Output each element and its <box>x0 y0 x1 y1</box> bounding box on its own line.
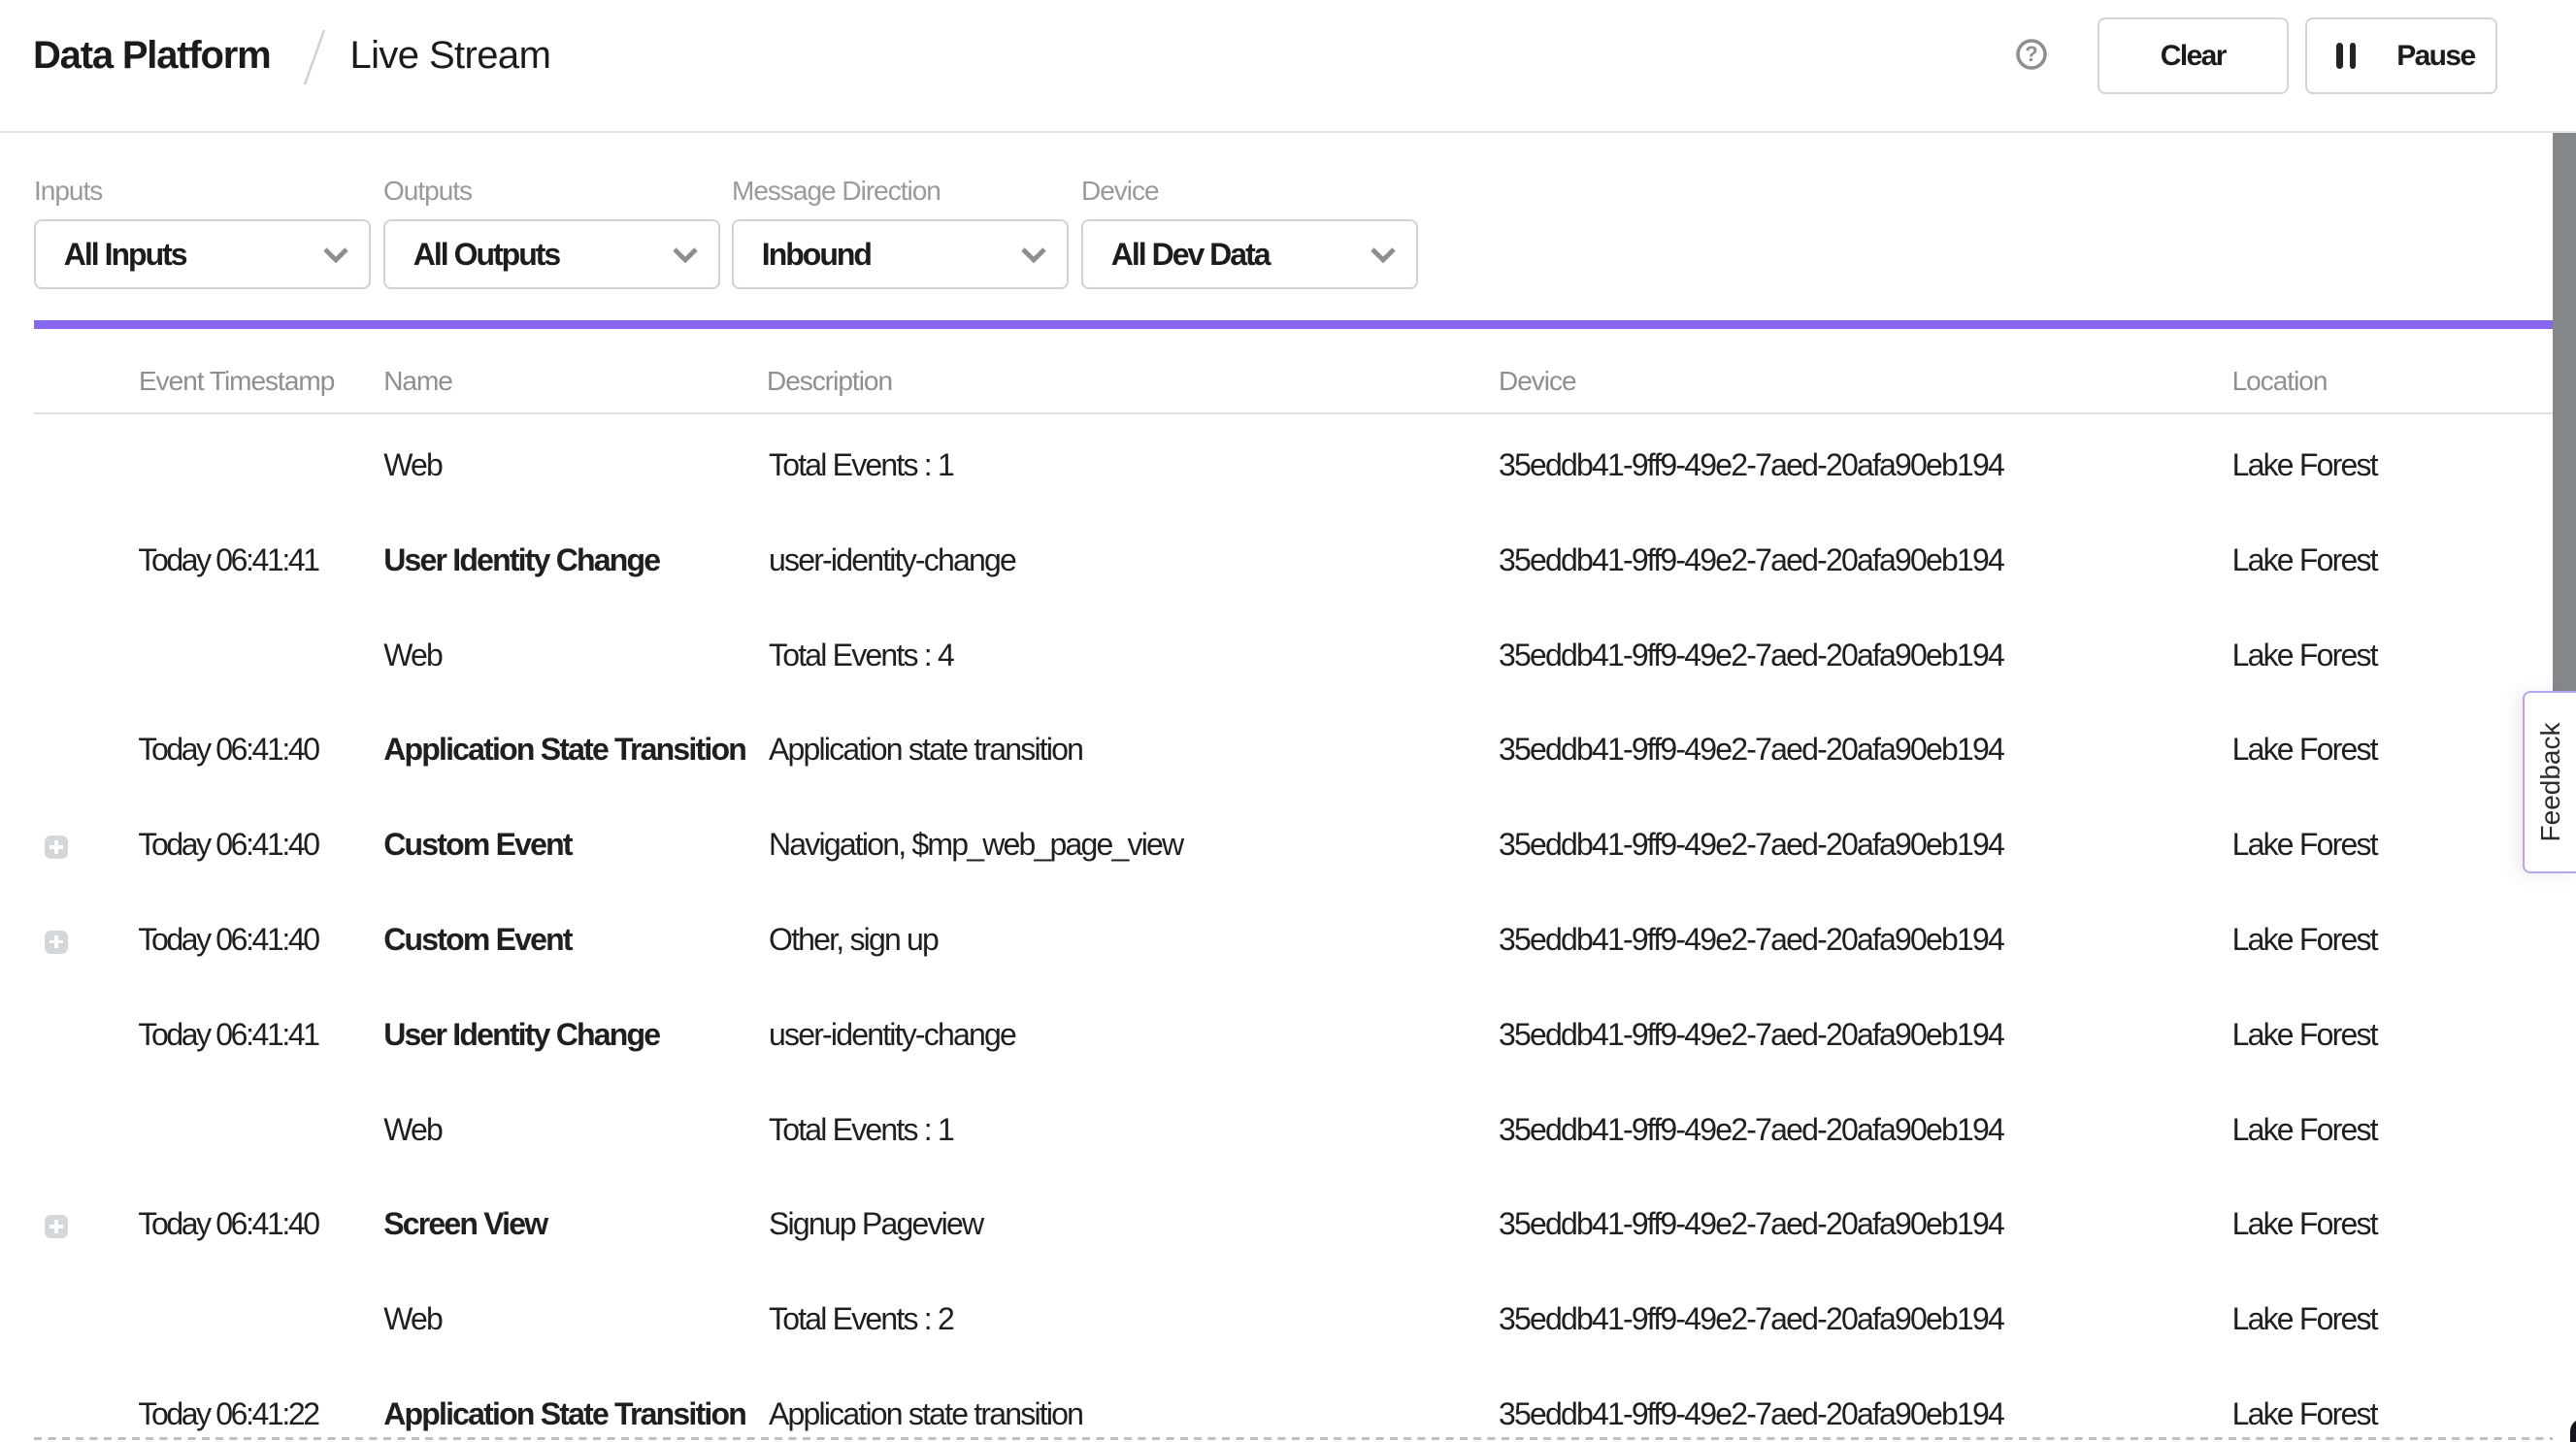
svg-text:?: ? <box>2025 42 2037 66</box>
